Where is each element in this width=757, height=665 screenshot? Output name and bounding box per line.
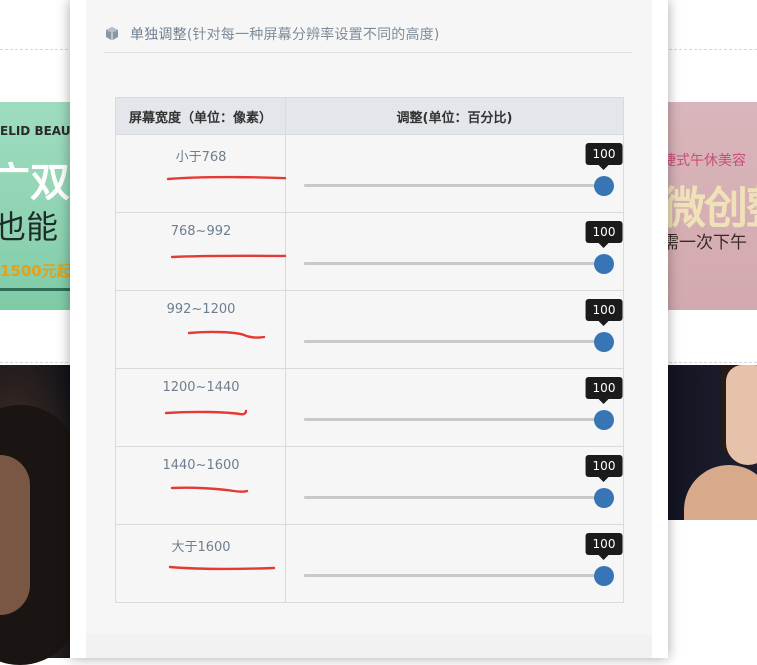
column-header-width: 屏幕宽度（单位：像素） — [115, 97, 286, 135]
resolution-range-label: 1440~1600 — [162, 458, 240, 473]
height-slider[interactable]: 100 — [304, 143, 623, 196]
banner-headline: 广双 — [0, 160, 70, 206]
resolution-table: 屏幕宽度（单位：像素） 调整(单位：百分比) 小于768 100 768~992 10… — [115, 97, 624, 603]
slider-value-tooltip: 100 — [585, 455, 623, 482]
resolution-range-label: 768~992 — [170, 224, 232, 239]
banner-rule — [0, 288, 70, 291]
panel-footer — [86, 634, 652, 658]
slider-fill — [304, 574, 604, 577]
background-banner-left: ELID BEAUT 广双 也能 1500元起 — [0, 102, 70, 310]
section-title: 单独调整(针对每一种屏幕分辨率设置不同的高度) — [130, 24, 440, 44]
table-header-row: 屏幕宽度（单位：像素） 调整(单位：百分比) — [115, 97, 624, 135]
resolution-range-label: 大于1600 — [171, 540, 231, 555]
table-row: 大于1600 100 — [115, 524, 624, 603]
settings-modal: 单独调整(针对每一种屏幕分辨率设置不同的高度) 屏幕宽度（单位：像素） 调整(单… — [70, 0, 668, 658]
slider-handle[interactable] — [594, 566, 614, 586]
slider-handle[interactable] — [594, 488, 614, 508]
slider-value-tooltip: 100 — [585, 143, 623, 170]
adjust-cell: 100 — [285, 446, 624, 525]
adjust-cell: 100 — [285, 290, 624, 369]
banner-tagline: 捷式午休美容 — [664, 153, 746, 169]
slider-handle[interactable] — [594, 176, 614, 196]
resolution-range-label: 992~1200 — [166, 302, 236, 317]
banner-subhead: 需一次下午 — [664, 233, 747, 253]
adjust-cell: 100 — [285, 134, 624, 213]
background-photo-left — [0, 365, 80, 665]
slider-handle[interactable] — [594, 254, 614, 274]
resolution-range-label: 小于768 — [175, 150, 227, 165]
banner-price: 1500元起 — [0, 262, 70, 280]
table-row: 768~992 100 — [115, 212, 624, 291]
banner-subhead: 也能 — [0, 208, 59, 246]
background-photo-right — [664, 365, 757, 520]
section-title-text: 单独调整 — [130, 27, 187, 43]
section-header: 单独调整(针对每一种屏幕分辨率设置不同的高度) — [104, 22, 632, 53]
banner-headline: 微创整 — [664, 183, 757, 234]
slider-value-tooltip: 100 — [585, 377, 623, 404]
slider-fill — [304, 262, 604, 265]
height-slider[interactable]: 100 — [304, 533, 623, 586]
resolution-cell: 1440~1600 — [115, 446, 286, 525]
slider-value-tooltip: 100 — [585, 299, 623, 326]
resolution-range-label: 1200~1440 — [162, 380, 240, 395]
slider-handle[interactable] — [594, 410, 614, 430]
background-banner-right: 捷式午休美容 微创整 需一次下午 — [664, 102, 757, 310]
adjust-cell: 100 — [285, 212, 624, 291]
table-row: 小于768 100 — [115, 134, 624, 213]
resolution-cell: 768~992 — [115, 212, 286, 291]
height-slider[interactable]: 100 — [304, 221, 623, 274]
slider-fill — [304, 418, 604, 421]
table-row: 1200~1440 100 — [115, 368, 624, 447]
slider-handle[interactable] — [594, 332, 614, 352]
adjust-cell: 100 — [285, 368, 624, 447]
section-hint: (针对每一种屏幕分辨率设置不同的高度) — [186, 27, 440, 43]
banner-brand-text: ELID BEAUT — [0, 124, 70, 138]
column-header-adjust: 调整(单位：百分比) — [285, 97, 624, 135]
table-row: 1440~1600 100 — [115, 446, 624, 525]
settings-panel: 单独调整(针对每一种屏幕分辨率设置不同的高度) 屏幕宽度（单位：像素） 调整(单… — [86, 0, 652, 658]
height-slider[interactable]: 100 — [304, 299, 623, 352]
resolution-cell: 小于768 — [115, 134, 286, 213]
height-slider[interactable]: 100 — [304, 455, 623, 508]
slider-value-tooltip: 100 — [585, 533, 623, 560]
height-slider[interactable]: 100 — [304, 377, 623, 430]
slider-fill — [304, 340, 604, 343]
adjust-cell: 100 — [285, 524, 624, 603]
cube-icon — [106, 27, 118, 41]
slider-fill — [304, 184, 604, 187]
resolution-cell: 992~1200 — [115, 290, 286, 369]
table-row: 992~1200 100 — [115, 290, 624, 369]
resolution-cell: 大于1600 — [115, 524, 286, 603]
slider-fill — [304, 496, 604, 499]
resolution-cell: 1200~1440 — [115, 368, 286, 447]
slider-value-tooltip: 100 — [585, 221, 623, 248]
